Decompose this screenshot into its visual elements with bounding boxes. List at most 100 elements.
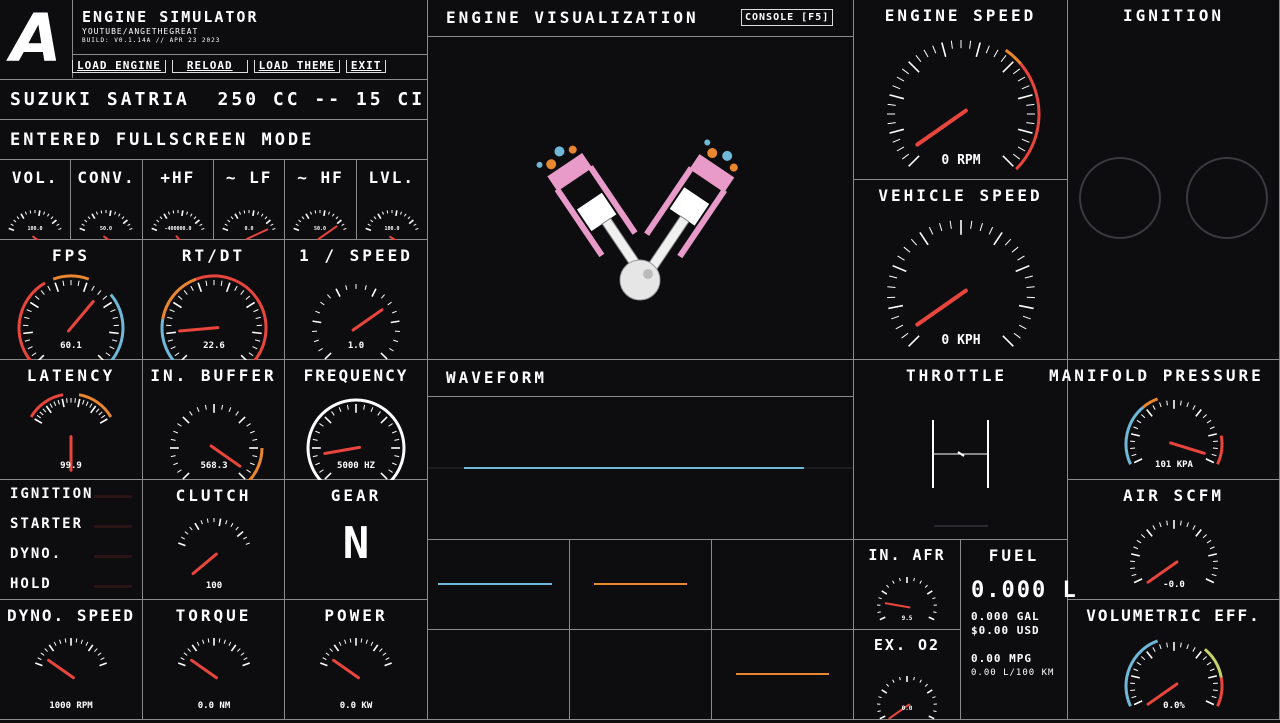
gauge-tick xyxy=(314,340,319,341)
gauge-tick xyxy=(231,217,233,219)
gauge-tick xyxy=(1131,676,1140,678)
mini-gauge-2[interactable]: CONV.50.0 xyxy=(71,160,142,240)
gauge-tick xyxy=(100,663,107,666)
gauge-tick xyxy=(52,220,56,224)
gauge-tick xyxy=(151,228,156,230)
gauge-tick xyxy=(223,228,228,230)
reload-button[interactable]: RELOAD xyxy=(172,60,248,73)
load-engine-button[interactable]: LOAD ENGINE xyxy=(72,60,166,73)
gauge-tick xyxy=(173,463,177,465)
gauge-tick xyxy=(389,470,393,473)
gauge-tick xyxy=(186,212,187,215)
mini-gauge-dial: 50.0 xyxy=(294,210,347,239)
mini-gauge-6[interactable]: LVL.100.0 xyxy=(357,160,428,240)
gauge-tick xyxy=(32,353,36,356)
gauge-tick xyxy=(44,212,45,215)
gauge-tick xyxy=(94,649,97,652)
gauge-tick xyxy=(323,658,327,660)
gauge-tick xyxy=(1193,647,1195,651)
gauge-tick xyxy=(980,223,982,231)
gauge-tick xyxy=(235,286,238,291)
gauge-tick xyxy=(951,41,952,49)
gauge-tick xyxy=(1203,657,1207,660)
gauge-tick xyxy=(197,407,199,411)
gauge-tick xyxy=(909,62,919,72)
gauge-needle xyxy=(69,302,94,331)
mini-gauge-dial: 100.0 xyxy=(357,160,428,240)
mini-gauge-4[interactable]: ~ LF0.0 xyxy=(214,160,285,240)
gauge-tick xyxy=(119,214,121,217)
in-afr-readout: 9.5 xyxy=(902,615,913,622)
gauge-tick xyxy=(55,283,58,292)
gauge-tick xyxy=(1133,669,1137,671)
gauge-tick xyxy=(311,212,312,215)
gauge-tick xyxy=(51,217,53,219)
gauge-tick xyxy=(43,409,46,412)
gauge-tick xyxy=(1208,554,1217,556)
gauge-tick xyxy=(272,228,275,229)
gauge-tick xyxy=(171,456,176,457)
gauge-tick xyxy=(239,212,240,215)
gauge-tick xyxy=(365,228,370,230)
gauge-tick xyxy=(122,217,124,219)
gauge-tick xyxy=(1208,434,1217,436)
gauge-tick xyxy=(76,638,77,642)
exit-button[interactable]: EXIT xyxy=(346,60,387,73)
gauge-tick xyxy=(394,456,399,457)
mini-gauge-3[interactable]: +HF-400000.0 xyxy=(143,160,214,240)
gauge-tick xyxy=(170,310,175,312)
gauge-tick xyxy=(237,532,243,537)
gauge-tick xyxy=(344,228,347,229)
gauge-tick xyxy=(173,210,174,213)
header-panel: A ENGINE SIMULATOR YOUTUBE/ANGETHEGREAT … xyxy=(0,0,428,80)
engine-name: SUZUKI SATRIA 250 CC -- 15 CI xyxy=(10,89,425,110)
gauge-tick xyxy=(315,311,319,313)
gauge-tick xyxy=(85,220,87,222)
gauge-tick xyxy=(888,123,896,124)
gauge-tick xyxy=(244,658,248,660)
ignition-timing xyxy=(1068,0,1280,360)
mini-gauge-1[interactable]: VOL.100.0 xyxy=(0,160,71,240)
vehicle-speed-panel: VEHICLE SPEED 0 KPH xyxy=(854,180,1068,360)
gauge-band xyxy=(1126,641,1158,706)
gauge-tick xyxy=(330,649,333,652)
gauge-tick xyxy=(891,316,899,319)
mini-gauge-dial: 50.0 xyxy=(80,210,133,240)
gauge-tick xyxy=(229,642,231,646)
mini-gauge-dial: 100.0 xyxy=(365,210,418,240)
gauge-tick xyxy=(1025,276,1033,278)
gauge-tick xyxy=(246,296,250,300)
gauge-tick xyxy=(897,147,904,151)
gauge-tick xyxy=(893,86,901,89)
gauge-tick xyxy=(1196,651,1201,658)
clutch-gauge[interactable]: 100 xyxy=(143,480,285,600)
fuel-gallons: 0.000 GAL xyxy=(971,610,1040,623)
gauge-needle xyxy=(49,660,74,677)
load-theme-button[interactable]: LOAD THEME xyxy=(254,60,340,73)
in-afr-dial: 9.5 xyxy=(877,577,937,622)
gauge-tick xyxy=(326,653,329,656)
gauge-tick xyxy=(902,69,908,74)
in-buffer-gauge: 568.3 xyxy=(143,360,285,480)
throttle-display[interactable] xyxy=(854,360,1068,540)
app-title: ENGINE SIMULATOR xyxy=(82,8,259,26)
gauge-tick xyxy=(986,46,989,54)
gauge-tick xyxy=(313,439,318,440)
gauge-tick xyxy=(62,399,64,407)
mini-gauge-5[interactable]: ~ HF50.0 xyxy=(285,160,356,240)
indicator-label: IGNITION xyxy=(10,486,93,502)
gauge-tick xyxy=(256,317,261,318)
console-button[interactable]: CONSOLE [F5] xyxy=(741,9,833,26)
gauge-tick xyxy=(1018,147,1025,151)
gauge-tick xyxy=(315,463,319,465)
torque-panel: TORQUE 0.0 NM xyxy=(143,600,285,720)
gauge-tick xyxy=(191,286,194,291)
gauge-tick xyxy=(101,415,105,418)
gauge-tick xyxy=(333,214,335,217)
gauge-tick xyxy=(1212,454,1217,455)
gauge-tick xyxy=(1012,247,1018,252)
gauge-band xyxy=(1205,649,1221,677)
gauge-tick xyxy=(370,220,372,222)
gauge-tick xyxy=(41,653,44,656)
status-message: ENTERED FULLSCREEN MODE xyxy=(10,130,314,150)
